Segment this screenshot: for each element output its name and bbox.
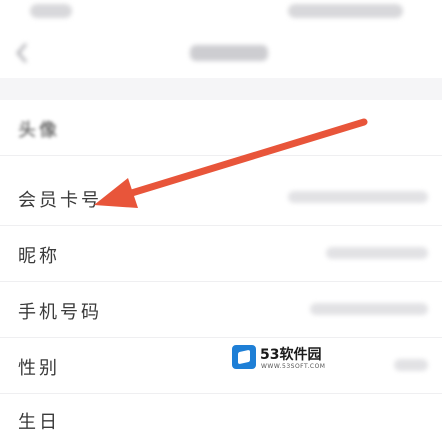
gender-value-blur (394, 359, 428, 371)
section-gap (0, 78, 442, 100)
row-label-nickname: 昵称 (18, 246, 60, 267)
row-label-birthday: 生日 (18, 412, 60, 433)
row-phone[interactable]: 手机号码 (0, 282, 442, 338)
watermark-domain: WWW.53SOFT.COM (261, 363, 326, 370)
page-title-blur (190, 45, 268, 61)
watermark: 53软件园 WWW.53SOFT.COM (232, 343, 326, 375)
row-label-phone: 手机号码 (18, 302, 102, 323)
status-icons-blur (288, 4, 403, 18)
chevron-left-icon[interactable] (16, 42, 28, 64)
row-label-avatar: 头像 (18, 120, 60, 141)
row-nickname[interactable]: 昵称 (0, 226, 442, 282)
row-avatar[interactable]: 头像 (0, 100, 442, 262)
nav-bar (0, 28, 442, 78)
member-card-value-blur (288, 191, 428, 203)
divider (0, 155, 442, 156)
status-bar (0, 0, 442, 28)
status-time-blur (30, 4, 72, 18)
watermark-brand: 53软件园 (260, 347, 322, 363)
row-label-gender: 性别 (18, 358, 60, 379)
row-gender[interactable]: 性别 (0, 338, 442, 394)
watermark-logo-icon (232, 345, 256, 369)
nickname-value-blur (326, 247, 428, 259)
phone-value-blur (310, 303, 428, 315)
row-label-member-card: 会员卡号 (18, 190, 102, 211)
row-member-card[interactable]: 会员卡号 (0, 170, 442, 226)
row-birthday[interactable]: 生日 (0, 394, 442, 433)
